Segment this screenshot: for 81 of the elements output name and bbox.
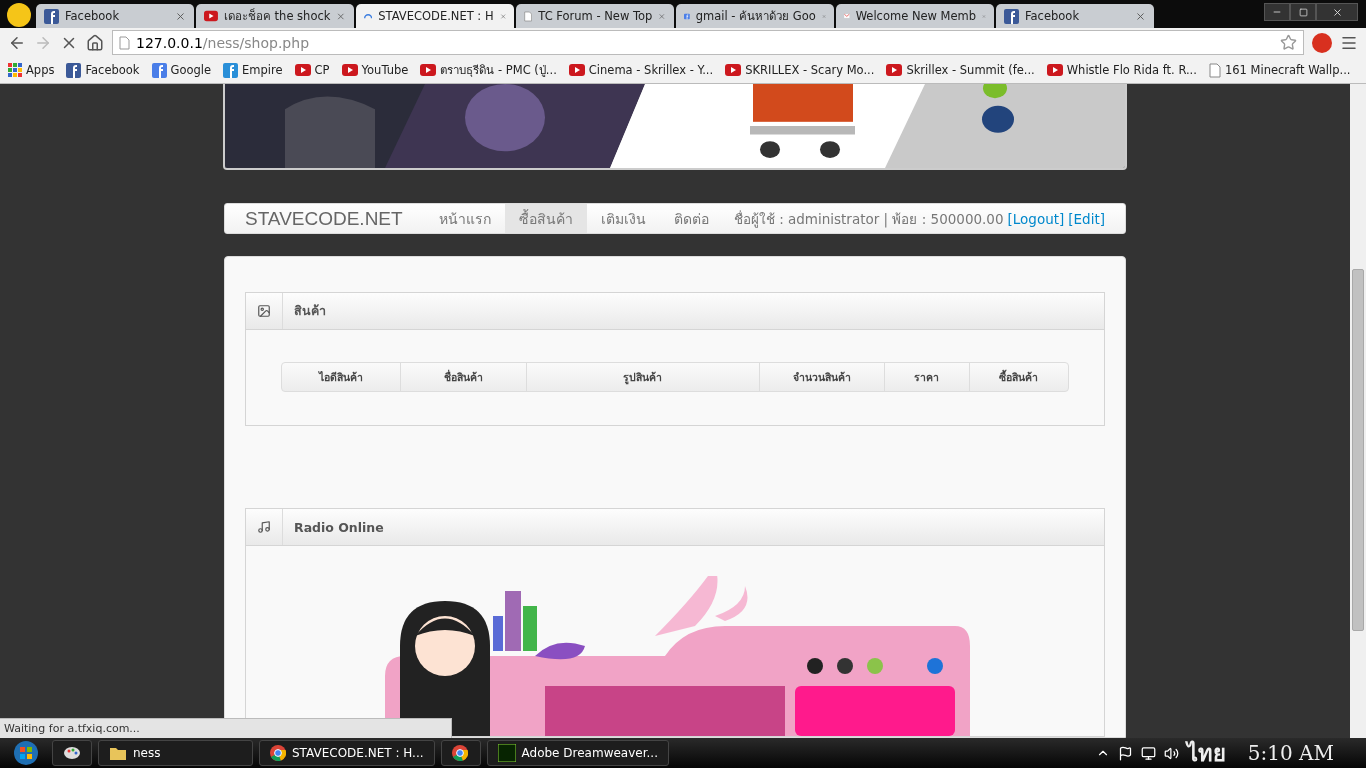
taskbar-item[interactable]: Adobe Dreamweaver... xyxy=(486,740,669,766)
column-header: ไอดีสินค้า xyxy=(317,369,365,385)
panel-title: Radio Online xyxy=(294,519,384,535)
apps-grid-icon xyxy=(8,63,22,77)
close-icon[interactable] xyxy=(1135,10,1146,22)
bookmark[interactable]: Empire xyxy=(223,62,283,78)
home-icon[interactable] xyxy=(86,33,104,52)
panel-title: สินค้า xyxy=(294,302,326,320)
browser-tab[interactable]: Facebook xyxy=(36,4,194,28)
taskbar-item[interactable] xyxy=(52,740,92,766)
play-icon xyxy=(725,64,742,76)
browser-tab[interactable]: เดอะช็อค the shock xyxy=(196,4,354,28)
loading-icon xyxy=(364,12,373,20)
column-header: รูปสินค้า xyxy=(525,363,759,391)
browser-tab[interactable]: Welcome New Memb xyxy=(836,4,994,28)
page-icon xyxy=(1208,62,1221,78)
bookmark[interactable]: Google xyxy=(151,62,212,78)
minimize-button[interactable] xyxy=(1264,3,1290,21)
square-logo-icon xyxy=(151,62,167,78)
volume-icon[interactable] xyxy=(1163,745,1179,761)
bookmark[interactable]: Skrillex - Summit (fe... xyxy=(886,63,1035,77)
square-f-icon xyxy=(66,62,82,78)
chrome-icon xyxy=(451,745,468,761)
column-header: ซื้อสินค้า xyxy=(968,363,1068,391)
page-icon xyxy=(119,35,130,50)
scrollbar[interactable] xyxy=(1350,84,1366,738)
play-icon xyxy=(341,64,358,76)
bookmark[interactable]: ตราบธุรีดิน - PMC (ปู่... xyxy=(420,61,557,79)
play-icon xyxy=(1046,64,1063,76)
address-bar[interactable]: 127.0.0.1/ness/shop.php xyxy=(112,30,1304,55)
browser-tab[interactable]: STAVECODE.NET : H xyxy=(356,4,514,28)
play-icon xyxy=(204,10,218,22)
chrome-icon xyxy=(270,745,286,761)
bookmark[interactable]: 161 Minecraft Wallp... xyxy=(1208,62,1351,78)
folder-icon xyxy=(109,745,127,761)
site-brand[interactable]: STAVECODE.NET xyxy=(245,207,403,230)
square-logo-icon xyxy=(223,62,239,78)
bookmark[interactable]: Facebook xyxy=(66,62,140,78)
close-icon xyxy=(1331,6,1343,18)
maximize-icon xyxy=(1298,7,1308,17)
star-icon[interactable] xyxy=(1280,34,1297,51)
play-icon xyxy=(568,64,585,76)
play-icon xyxy=(420,64,437,76)
close-icon[interactable] xyxy=(175,10,186,22)
flag-icon[interactable] xyxy=(1117,745,1133,761)
browser-tab[interactable]: TC Forum - New Top xyxy=(516,4,674,28)
network-icon[interactable] xyxy=(1140,745,1156,761)
square-f-icon xyxy=(1004,8,1019,24)
play-icon xyxy=(886,64,903,76)
language-indicator[interactable]: ไทย xyxy=(1186,735,1226,768)
nav-item[interactable]: ซื้อสินค้า xyxy=(504,204,587,233)
palette-icon xyxy=(63,744,81,762)
maximize-button[interactable] xyxy=(1290,3,1316,21)
music-icon xyxy=(257,520,271,534)
bookmark[interactable]: Whistle Flo Rida ft. R... xyxy=(1046,63,1197,77)
nav-item[interactable]: ติดต่อ xyxy=(659,204,723,233)
nav-link[interactable]: [Logout] xyxy=(1007,210,1065,227)
nav-item[interactable]: เติมเงิน xyxy=(586,204,660,233)
clock[interactable]: 5:10 AM xyxy=(1247,741,1334,765)
browser-tab[interactable]: Facebook xyxy=(996,4,1154,28)
nav-item[interactable]: หน้าแรก xyxy=(424,204,505,233)
bookmark[interactable]: CP xyxy=(294,63,330,77)
status-text: Waiting for a.tfxiq.com... xyxy=(0,718,452,738)
column-header: ราคา xyxy=(883,363,969,391)
bookmark[interactable]: YouTube xyxy=(341,63,409,77)
taskbar-item[interactable] xyxy=(440,740,481,766)
bookmark[interactable]: Cinema - Skrillex - Y... xyxy=(568,63,714,77)
browser-tab[interactable]: gmail - ค้นหาด้วย Goo xyxy=(676,4,834,28)
bookmark[interactable]: SKRILLEX - Scary Mo... xyxy=(725,63,875,77)
nav-link[interactable]: [Edit] xyxy=(1068,210,1105,227)
square-f-icon xyxy=(44,8,59,24)
bookmark[interactable]: Apps xyxy=(8,63,55,77)
user-info: ชื่อผู้ใช้ : administrator | พ้อย : 500000.00 xyxy=(733,209,1004,230)
close-icon[interactable] xyxy=(336,10,346,22)
taskbar-item[interactable]: STAVECODE.NET : H... xyxy=(259,740,435,766)
play-icon xyxy=(294,64,311,76)
column-header: ชื่อสินค้า xyxy=(400,363,526,391)
page-icon xyxy=(524,8,533,24)
taskbar-item[interactable]: ness xyxy=(98,740,253,766)
image-icon xyxy=(257,304,271,318)
column-header: จำนวนสินค้า xyxy=(758,363,884,391)
